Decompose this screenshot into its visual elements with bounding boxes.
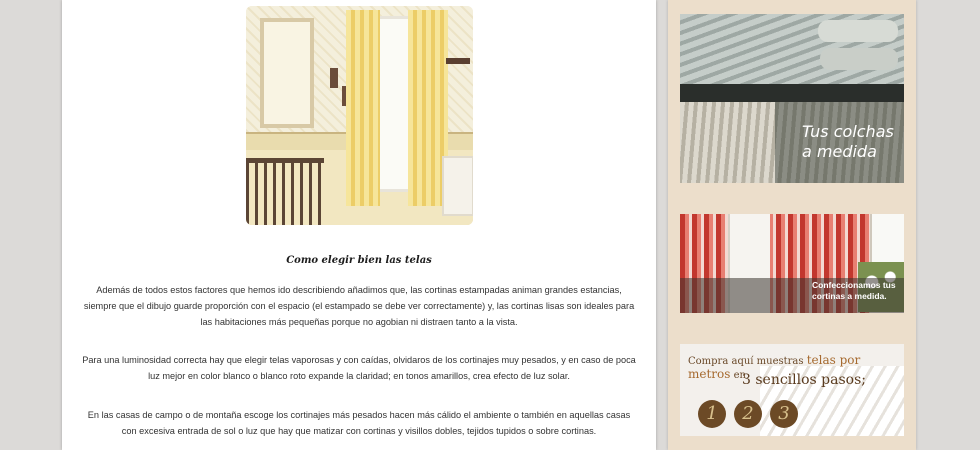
samples-steps-text: 3 sencillos pasos; — [742, 372, 867, 388]
samples-prefix: Compra aquí muestras — [688, 356, 807, 367]
article-paragraph: Además de todos estos factores que hemos… — [83, 285, 635, 327]
step-1-badge: 1 — [698, 400, 726, 428]
article-paragraph: Para una luminosidad correcta hay que el… — [82, 355, 636, 381]
quilts-banner[interactable]: Tus colchas a medida — [680, 14, 904, 183]
step-2-badge: 2 — [734, 400, 762, 428]
quilts-banner-line1: Tus colchas — [802, 122, 894, 141]
section-heading: Como elegir bien las telas — [286, 255, 432, 266]
quilts-banner-line2: a medida — [802, 142, 877, 161]
quilts-banner-text: Tus colchas a medida — [802, 122, 902, 162]
curtains-banner-line1: Confeccionamos tus — [812, 280, 896, 290]
curtains-banner[interactable]: Confeccionamos tus cortinas a medida. — [680, 214, 904, 313]
curtains-banner-text: Confeccionamos tus cortinas a medida. — [812, 280, 904, 302]
step-3-badge: 3 — [770, 400, 798, 428]
curtains-banner-line2: cortinas a medida. — [812, 291, 887, 301]
nursery-curtains-image — [246, 6, 473, 225]
article-paragraph: En las casas de campo o de montaña escog… — [87, 410, 631, 436]
sidebar: Tus colchas a medida Confeccionamos tus … — [668, 0, 916, 450]
main-content: Como elegir bien las telas Además de tod… — [62, 0, 656, 450]
samples-banner[interactable]: Compra aquí muestras telas por metros en… — [680, 344, 904, 436]
